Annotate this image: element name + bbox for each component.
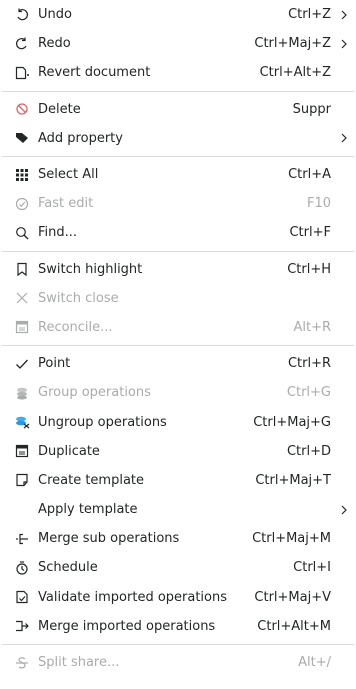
menu-item-switch-close[interactable]: Switch close (0, 284, 356, 313)
menu-item-label: Find... (38, 225, 78, 241)
menu-item-shortcut: Alt+R (293, 319, 331, 335)
menu-item-point[interactable]: Point Ctrl+R (0, 349, 356, 378)
menu-item-shortcut: Ctrl+G (286, 385, 331, 401)
menu-item-undo[interactable]: Undo Ctrl+Z (0, 0, 356, 29)
menu-separator (2, 643, 354, 645)
ungroup-icon (14, 414, 30, 430)
merge-sub-icon (14, 531, 30, 547)
menu-separator (2, 345, 354, 347)
close-icon (14, 290, 30, 306)
menu-item-fast-edit[interactable]: Fast edit F10 (0, 189, 356, 218)
fast-edit-icon (14, 196, 30, 212)
menu-item-label: Duplicate (38, 443, 100, 459)
menu-item-shortcut: Ctrl+H (287, 261, 331, 277)
menu-item-merge-sub-operations[interactable]: Merge sub operations Ctrl+Maj+M (0, 524, 356, 553)
validate-icon (14, 589, 30, 605)
menu-item-shortcut: Ctrl+R (287, 356, 331, 372)
redo-icon (14, 36, 30, 52)
menu-item-label: Fast edit (38, 196, 94, 212)
menu-item-schedule[interactable]: Schedule Ctrl+I (0, 553, 356, 582)
menu-item-merge-imported-operations[interactable]: Merge imported operations Ctrl+Alt+M (0, 612, 356, 641)
menu-item-duplicate[interactable]: Duplicate Ctrl+D (0, 437, 356, 466)
chevron-right-icon (338, 9, 350, 21)
menu-item-shortcut: Ctrl+Maj+Z (254, 36, 331, 52)
menu-item-validate-imported-operations[interactable]: Validate imported operations Ctrl+Maj+V (0, 583, 356, 612)
menu-item-label: Group operations (38, 385, 151, 401)
bookmark-icon (14, 261, 30, 277)
menu-item-revert-document[interactable]: Revert document Ctrl+Alt+Z (0, 58, 356, 87)
menu-item-shortcut: Ctrl+F (289, 225, 331, 241)
menu-item-label: Redo (38, 36, 71, 52)
select-all-icon (14, 167, 30, 183)
menu-item-label: Select All (38, 167, 99, 183)
menu-separator (2, 155, 354, 157)
search-icon (14, 225, 30, 241)
chevron-right-icon (338, 504, 350, 516)
menu-item-shortcut: Ctrl+Maj+T (255, 472, 331, 488)
create-template-icon (14, 472, 30, 488)
context-menu: Undo Ctrl+Z Redo Ctrl+Maj+Z Revert docum… (0, 0, 356, 689)
menu-item-shortcut: Ctrl+D (286, 443, 331, 459)
reconcile-icon (14, 319, 30, 335)
menu-item-shortcut: Ctrl+Alt+M (257, 618, 331, 634)
menu-item-switch-highlight[interactable]: Switch highlight Ctrl+H (0, 255, 356, 284)
chevron-right-icon (338, 132, 350, 144)
menu-item-label: Apply template (38, 502, 138, 518)
menu-item-redo[interactable]: Redo Ctrl+Maj+Z (0, 29, 356, 58)
merge-imported-icon (14, 618, 30, 634)
schedule-icon (14, 560, 30, 576)
menu-item-shortcut: F10 (306, 196, 331, 212)
split-share-icon (14, 655, 30, 671)
menu-item-label: Merge sub operations (38, 531, 180, 547)
menu-item-delete[interactable]: Delete Suppr (0, 95, 356, 124)
menu-item-label: Delete (38, 101, 81, 117)
menu-item-split-share[interactable]: Split share... Alt+/ (0, 648, 356, 677)
menu-item-group-operations[interactable]: Group operations Ctrl+G (0, 378, 356, 407)
delete-icon (14, 101, 30, 117)
menu-item-shortcut: Suppr (292, 101, 331, 117)
menu-item-add-property[interactable]: Add property (0, 124, 356, 153)
menu-item-create-template[interactable]: Create template Ctrl+Maj+T (0, 466, 356, 495)
menu-separator (2, 90, 354, 92)
chevron-right-icon (338, 38, 350, 50)
menu-item-label: Schedule (38, 560, 98, 576)
duplicate-icon (14, 443, 30, 459)
menu-item-shortcut: Ctrl+Z (288, 7, 331, 23)
menu-item-label: Switch highlight (38, 261, 143, 277)
menu-separator (2, 250, 354, 252)
undo-icon (14, 7, 30, 23)
menu-item-label: Add property (38, 130, 123, 146)
menu-item-shortcut: Ctrl+Maj+G (253, 414, 331, 430)
menu-item-label: Split share... (38, 655, 120, 671)
tag-icon (14, 130, 30, 146)
menu-item-label: Ungroup operations (38, 414, 167, 430)
menu-item-shortcut: Alt+/ (298, 655, 331, 671)
menu-item-shortcut: Ctrl+A (288, 167, 331, 183)
menu-item-shortcut: Ctrl+Maj+V (254, 589, 331, 605)
menu-item-find[interactable]: Find... Ctrl+F (0, 218, 356, 247)
menu-item-label: Point (38, 356, 71, 372)
menu-item-reconcile[interactable]: Reconcile... Alt+R (0, 313, 356, 342)
menu-item-shortcut: Ctrl+Maj+M (252, 531, 331, 547)
menu-item-shortcut: Ctrl+Alt+Z (259, 65, 331, 81)
menu-item-label: Reconcile... (38, 319, 113, 335)
checkmark-icon (14, 356, 30, 372)
group-icon (14, 385, 30, 401)
menu-item-ungroup-operations[interactable]: Ungroup operations Ctrl+Maj+G (0, 407, 356, 436)
menu-item-label: Undo (38, 7, 72, 23)
menu-item-label: Create template (38, 472, 145, 488)
menu-item-shortcut: Ctrl+I (293, 560, 331, 576)
menu-item-label: Revert document (38, 65, 151, 81)
menu-item-select-all[interactable]: Select All Ctrl+A (0, 160, 356, 189)
revert-document-icon (14, 65, 30, 81)
menu-item-apply-template[interactable]: Apply template (0, 495, 356, 524)
menu-item-label: Merge imported operations (38, 618, 216, 634)
menu-item-label: Switch close (38, 290, 119, 306)
menu-item-label: Validate imported operations (38, 589, 228, 605)
